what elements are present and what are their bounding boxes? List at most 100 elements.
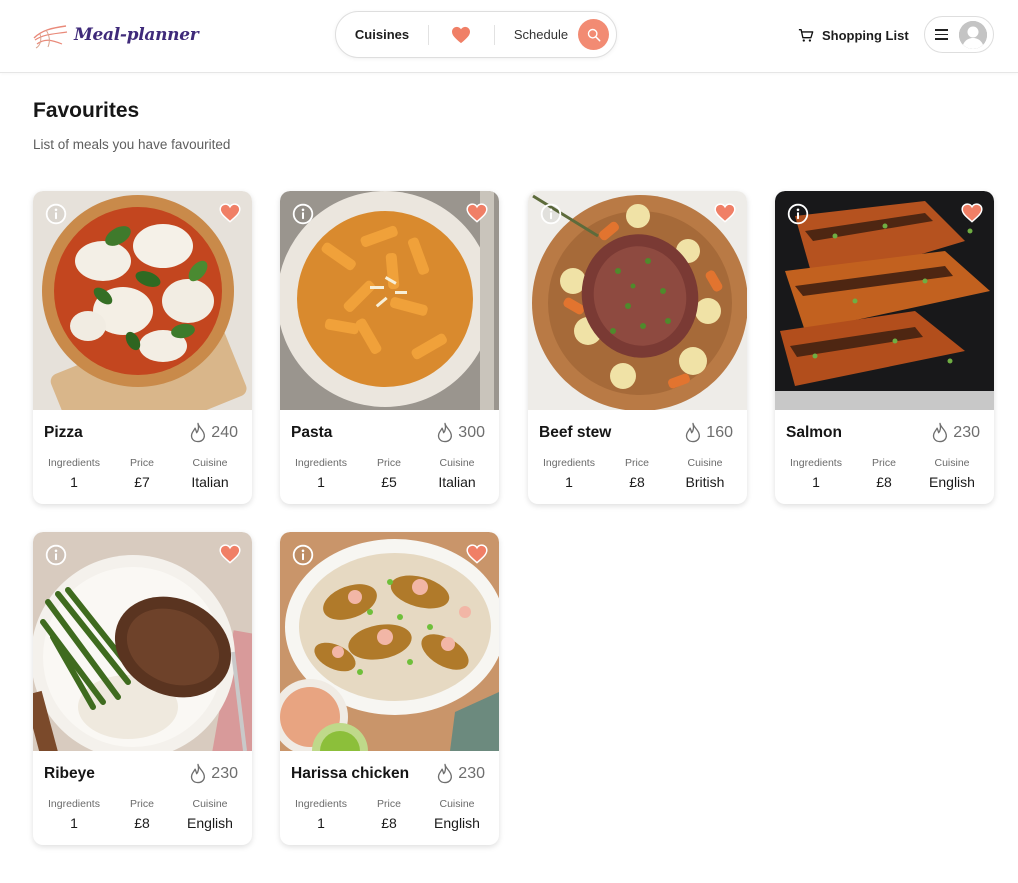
meal-name: Beef stew bbox=[539, 424, 612, 441]
ingredients-value: 1 bbox=[317, 815, 325, 831]
cuisine-stat: Cuisine English bbox=[181, 798, 239, 831]
heart-icon[interactable] bbox=[466, 203, 488, 223]
flame-icon bbox=[191, 422, 206, 443]
price-label: Price bbox=[625, 457, 649, 469]
price-value: £8 bbox=[134, 815, 150, 831]
heart-icon[interactable] bbox=[466, 544, 488, 564]
price-value: £7 bbox=[134, 474, 150, 490]
info-icon[interactable] bbox=[45, 203, 67, 225]
search-bar: Cuisines Schedule bbox=[335, 11, 617, 58]
meal-name: Pasta bbox=[291, 424, 333, 441]
shopping-list-label: Shopping List bbox=[822, 27, 909, 43]
price-value: £5 bbox=[381, 474, 397, 490]
cuisine-stat: Cuisine English bbox=[428, 798, 486, 831]
page-subtitle: List of meals you have favourited bbox=[33, 137, 231, 152]
calories-value: 300 bbox=[458, 423, 485, 441]
meal-card[interactable]: Ribeye 230 Ingredients 1 Price £8 Cuisin… bbox=[33, 532, 252, 845]
price-value: £8 bbox=[876, 474, 892, 490]
price-value: £8 bbox=[629, 474, 645, 490]
price-value: £8 bbox=[381, 815, 397, 831]
ingredients-label: Ingredients bbox=[295, 457, 347, 469]
cuisine-value: English bbox=[434, 815, 480, 831]
calories-value: 240 bbox=[211, 423, 238, 441]
meal-card[interactable]: Pizza 240 Ingredients 1 Price £7 Cuisine… bbox=[33, 191, 252, 504]
price-stat: Price £5 bbox=[370, 457, 408, 490]
heart-icon[interactable] bbox=[714, 203, 736, 223]
ingredients-value: 1 bbox=[70, 474, 78, 490]
schedule-button[interactable]: Schedule bbox=[506, 12, 576, 57]
ingredients-stat: Ingredients 1 bbox=[45, 798, 103, 831]
calories-value: 230 bbox=[953, 423, 980, 441]
ingredients-label: Ingredients bbox=[295, 798, 347, 810]
ingredients-value: 1 bbox=[317, 474, 325, 490]
meal-name: Harissa chicken bbox=[291, 765, 410, 782]
user-avatar-icon bbox=[959, 21, 987, 49]
meal-name: Ribeye bbox=[44, 765, 95, 782]
heart-icon[interactable] bbox=[219, 544, 241, 564]
cuisine-label: Cuisine bbox=[439, 798, 475, 810]
cuisines-button[interactable]: Cuisines bbox=[336, 12, 428, 57]
calorie-info: 230 bbox=[189, 763, 238, 784]
ingredients-stat: Ingredients 1 bbox=[540, 457, 598, 490]
cuisine-value: Italian bbox=[438, 474, 476, 490]
flame-icon bbox=[438, 763, 453, 784]
cuisine-value: British bbox=[685, 474, 725, 490]
ingredients-label: Ingredients bbox=[543, 457, 595, 469]
info-icon[interactable] bbox=[292, 544, 314, 566]
search-button[interactable] bbox=[578, 19, 609, 50]
ingredients-stat: Ingredients 1 bbox=[787, 457, 845, 490]
heart-icon[interactable] bbox=[961, 203, 983, 223]
top-navbar: Meal-planner Cuisines Schedule Shopping … bbox=[0, 0, 1018, 73]
cart-icon bbox=[798, 28, 814, 42]
calorie-info: 230 bbox=[931, 422, 980, 443]
price-label: Price bbox=[377, 457, 401, 469]
hamburger-menu-icon bbox=[935, 29, 948, 41]
ingredients-stat: Ingredients 1 bbox=[292, 457, 350, 490]
info-icon[interactable] bbox=[45, 544, 67, 566]
meal-card[interactable]: Harissa chicken 230 Ingredients 1 Price … bbox=[280, 532, 499, 845]
price-label: Price bbox=[130, 798, 154, 810]
cuisine-stat: Cuisine English bbox=[923, 457, 981, 490]
cuisine-stat: Cuisine Italian bbox=[181, 457, 239, 490]
price-label: Price bbox=[377, 798, 401, 810]
price-stat: Price £8 bbox=[865, 457, 903, 490]
meal-card[interactable]: Pasta 300 Ingredients 1 Price £5 Cuisine… bbox=[280, 191, 499, 504]
cuisine-value: English bbox=[187, 815, 233, 831]
cuisine-label: Cuisine bbox=[192, 457, 228, 469]
ingredients-label: Ingredients bbox=[48, 798, 100, 810]
ingredients-value: 1 bbox=[70, 815, 78, 831]
flame-icon bbox=[438, 422, 453, 443]
app-logo[interactable]: Meal-planner bbox=[32, 18, 199, 52]
heart-icon[interactable] bbox=[219, 203, 241, 223]
flame-icon bbox=[686, 422, 701, 443]
favourites-button[interactable] bbox=[429, 12, 493, 57]
meal-card[interactable]: Salmon 230 Ingredients 1 Price £8 Cuisin… bbox=[775, 191, 994, 504]
cuisine-label: Cuisine bbox=[687, 457, 723, 469]
info-icon[interactable] bbox=[540, 203, 562, 225]
info-icon[interactable] bbox=[787, 203, 809, 225]
ingredients-value: 1 bbox=[565, 474, 573, 490]
price-stat: Price £7 bbox=[123, 457, 161, 490]
cuisine-label: Cuisine bbox=[934, 457, 970, 469]
flame-icon bbox=[191, 763, 206, 784]
user-menu-button[interactable] bbox=[924, 16, 994, 53]
price-label: Price bbox=[872, 457, 896, 469]
ingredients-stat: Ingredients 1 bbox=[45, 457, 103, 490]
meal-card[interactable]: Beef stew 160 Ingredients 1 Price £8 Cui… bbox=[528, 191, 747, 504]
ingredients-value: 1 bbox=[812, 474, 820, 490]
avatar bbox=[959, 21, 987, 49]
calorie-info: 230 bbox=[436, 763, 485, 784]
logo-mark-icon bbox=[33, 25, 68, 49]
heart-icon bbox=[452, 26, 470, 43]
meal-name: Pizza bbox=[44, 424, 83, 441]
search-icon bbox=[587, 28, 600, 41]
cuisine-value: Italian bbox=[191, 474, 229, 490]
calorie-info: 160 bbox=[684, 422, 733, 443]
price-stat: Price £8 bbox=[618, 457, 656, 490]
calorie-info: 300 bbox=[436, 422, 485, 443]
logo-text: Meal-planner bbox=[74, 25, 199, 45]
info-icon[interactable] bbox=[292, 203, 314, 225]
meal-name: Salmon bbox=[786, 424, 842, 441]
cuisine-label: Cuisine bbox=[439, 457, 475, 469]
shopping-list-link[interactable]: Shopping List bbox=[798, 24, 909, 46]
